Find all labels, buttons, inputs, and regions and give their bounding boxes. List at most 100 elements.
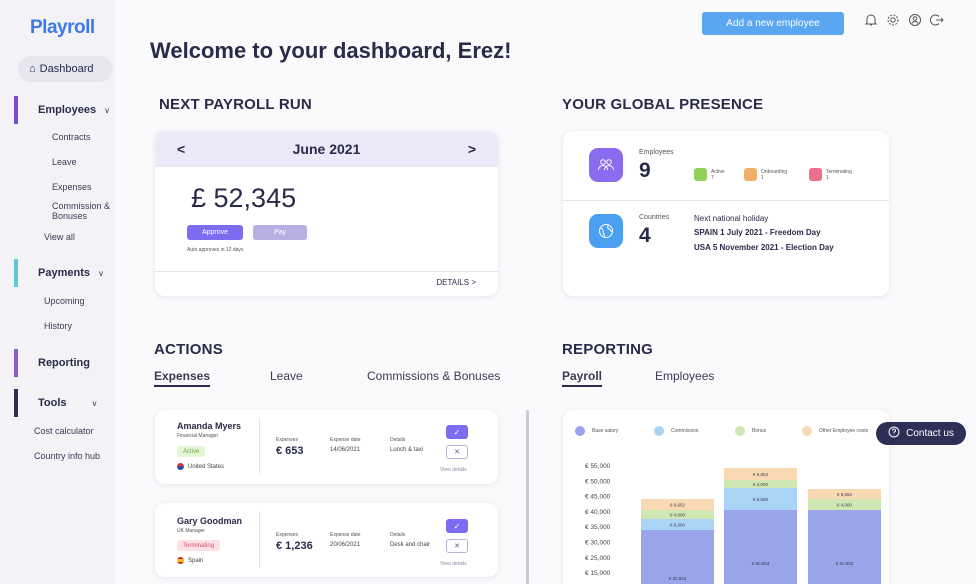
sidebar: Playroll ⌂ Dashboard Employees v Contrac… — [0, 0, 115, 584]
payroll-month: June 2021 — [292, 141, 361, 157]
settings-icon[interactable] — [886, 13, 900, 30]
status-badge: Active — [177, 446, 206, 457]
tab-employees[interactable]: Employees — [655, 369, 714, 383]
countries-label: Countries — [639, 214, 669, 221]
tab-leave[interactable]: Leave — [270, 369, 303, 383]
logout-icon[interactable] — [930, 13, 944, 30]
payroll-section-title: NEXT PAYROLL RUN — [159, 96, 312, 113]
reporting-section-title: REPORTING — [562, 341, 653, 358]
chevron-down-icon: v — [92, 398, 97, 408]
page-title: Welcome to your dashboard, Erez! — [150, 38, 512, 63]
approve-expense-button[interactable]: ✓ — [446, 425, 468, 439]
payroll-details-link[interactable]: DETAILS > — [436, 278, 476, 287]
bar-segment — [724, 510, 797, 584]
tab-expenses[interactable]: Expenses — [154, 369, 211, 387]
view-details-link[interactable]: View details — [440, 467, 467, 473]
nav-sub-leave[interactable]: Leave — [52, 157, 77, 167]
data-label: € 6,600 — [753, 497, 769, 502]
add-employee-button[interactable]: Add a new employee — [702, 12, 844, 35]
y-tick-label: € 45,000 — [585, 494, 611, 501]
nav-tools[interactable]: Tools v — [14, 389, 115, 417]
nav-sub-cost-calculator[interactable]: Cost calculator — [34, 426, 94, 436]
expense-amount: € 653 — [276, 445, 304, 457]
approve-expense-button[interactable]: ✓ — [446, 519, 468, 533]
payroll-card: < June 2021 > £ 52,345 Approve Pay Auto … — [155, 131, 498, 296]
bar-segment — [808, 510, 881, 584]
status-count: 1 — [761, 174, 764, 181]
approve-button[interactable]: Approve — [187, 225, 243, 240]
profile-icon[interactable] — [908, 13, 922, 30]
holiday-spain: SPAIN 1 July 2021 - Freedom Day — [694, 228, 821, 237]
status-onboarding: Onboarding 1 — [744, 168, 787, 181]
divider — [259, 511, 260, 567]
prev-month-button[interactable]: < — [177, 141, 185, 157]
app-logo[interactable]: Playroll — [30, 17, 95, 39]
legend-label: Base salary — [592, 428, 619, 434]
data-label: € 4,000 — [753, 482, 769, 487]
nav-sub-commission[interactable]: Commission & Bonuses — [52, 201, 110, 221]
employees-group-icon — [589, 148, 623, 182]
legend-label: Other Employee costs — [819, 428, 869, 434]
employee-name: Amanda Myers — [177, 421, 242, 431]
data-label: € 4,000 — [670, 513, 686, 518]
nav-employees[interactable]: Employees v — [14, 96, 115, 124]
legend-swatch — [735, 426, 745, 436]
expense-date-label: Expense date — [330, 437, 361, 443]
nav-sub-contracts[interactable]: Contracts — [52, 132, 91, 142]
y-tick-label: € 25,000 — [585, 555, 611, 562]
auto-approve-note: Auto approves in 12 days — [187, 247, 244, 253]
close-icon: ✕ — [454, 543, 460, 550]
next-month-button[interactable]: > — [468, 141, 476, 157]
data-label: € 6,652 — [670, 503, 686, 508]
contact-us-button[interactable]: Contact us — [876, 422, 966, 445]
expense-details: Lunch & taxi — [390, 447, 424, 453]
status-label: Terminating — [826, 168, 852, 175]
y-tick-label: € 15,000 — [585, 570, 611, 577]
data-label: € 6,600 — [670, 523, 686, 528]
payroll-month-header: < June 2021 > — [155, 131, 498, 167]
bell-icon[interactable] — [864, 13, 878, 30]
status-text: Terminating 1 — [826, 169, 852, 181]
tab-payroll[interactable]: Payroll — [562, 369, 603, 387]
nav-reporting[interactable]: Reporting — [14, 349, 115, 377]
expense-card[interactable]: Amanda Myers Financial Manager Active Un… — [155, 410, 498, 484]
nav-sub-expenses[interactable]: Expenses — [52, 182, 92, 192]
reject-expense-button[interactable]: ✕ — [446, 539, 468, 553]
us-flag-icon — [177, 463, 184, 470]
nav-sub-country-info[interactable]: Country info hub — [34, 451, 100, 461]
reject-expense-button[interactable]: ✕ — [446, 445, 468, 459]
legend-commission: Commission — [654, 426, 699, 436]
tab-commissions[interactable]: Commissions & Bonuses — [367, 369, 500, 383]
nav-sub-upcoming[interactable]: Upcoming — [44, 296, 85, 306]
chat-icon — [888, 426, 900, 441]
status-badge: Terminating — [177, 540, 221, 551]
country-name: United States — [188, 463, 225, 470]
expense-details: Desk and chair — [390, 542, 431, 548]
pay-button[interactable]: Pay — [253, 225, 307, 240]
employee-name: Gary Goodman — [177, 516, 243, 526]
employee-country: United States — [177, 463, 224, 470]
nav-tools-label: Tools — [38, 397, 67, 409]
divider — [563, 200, 889, 201]
data-label: € 6,653 — [753, 472, 769, 477]
expense-card[interactable]: Gary Goodman UK Manager Terminating Spai… — [155, 503, 498, 577]
nav-sub-view-all[interactable]: View all — [44, 232, 75, 242]
employees-label: Employees — [639, 149, 674, 156]
expense-date-label: Expense date — [330, 532, 361, 538]
global-presence-card: Employees 9 Active 7 Onboarding 1 Termin… — [563, 131, 889, 296]
holiday-usa: USA 5 November 2021 - Election Day — [694, 243, 834, 252]
details-label: Details — [390, 437, 406, 443]
status-label: Onboarding — [761, 168, 788, 175]
actions-scrollbar[interactable] — [526, 410, 529, 584]
header-icons — [864, 13, 944, 30]
view-details-link[interactable]: View details — [440, 561, 467, 567]
nav-payments[interactable]: Payments v — [14, 259, 115, 287]
y-tick-label: € 35,000 — [585, 524, 611, 531]
global-section-title: YOUR GLOBAL PRESENCE — [562, 96, 764, 113]
check-icon: ✓ — [453, 521, 461, 531]
status-text: Active 7 — [711, 169, 725, 181]
status-count: 1 — [826, 174, 829, 181]
nav-dashboard[interactable]: ⌂ Dashboard — [18, 56, 113, 82]
nav-sub-history[interactable]: History — [44, 321, 72, 331]
spain-flag-icon — [177, 557, 184, 564]
